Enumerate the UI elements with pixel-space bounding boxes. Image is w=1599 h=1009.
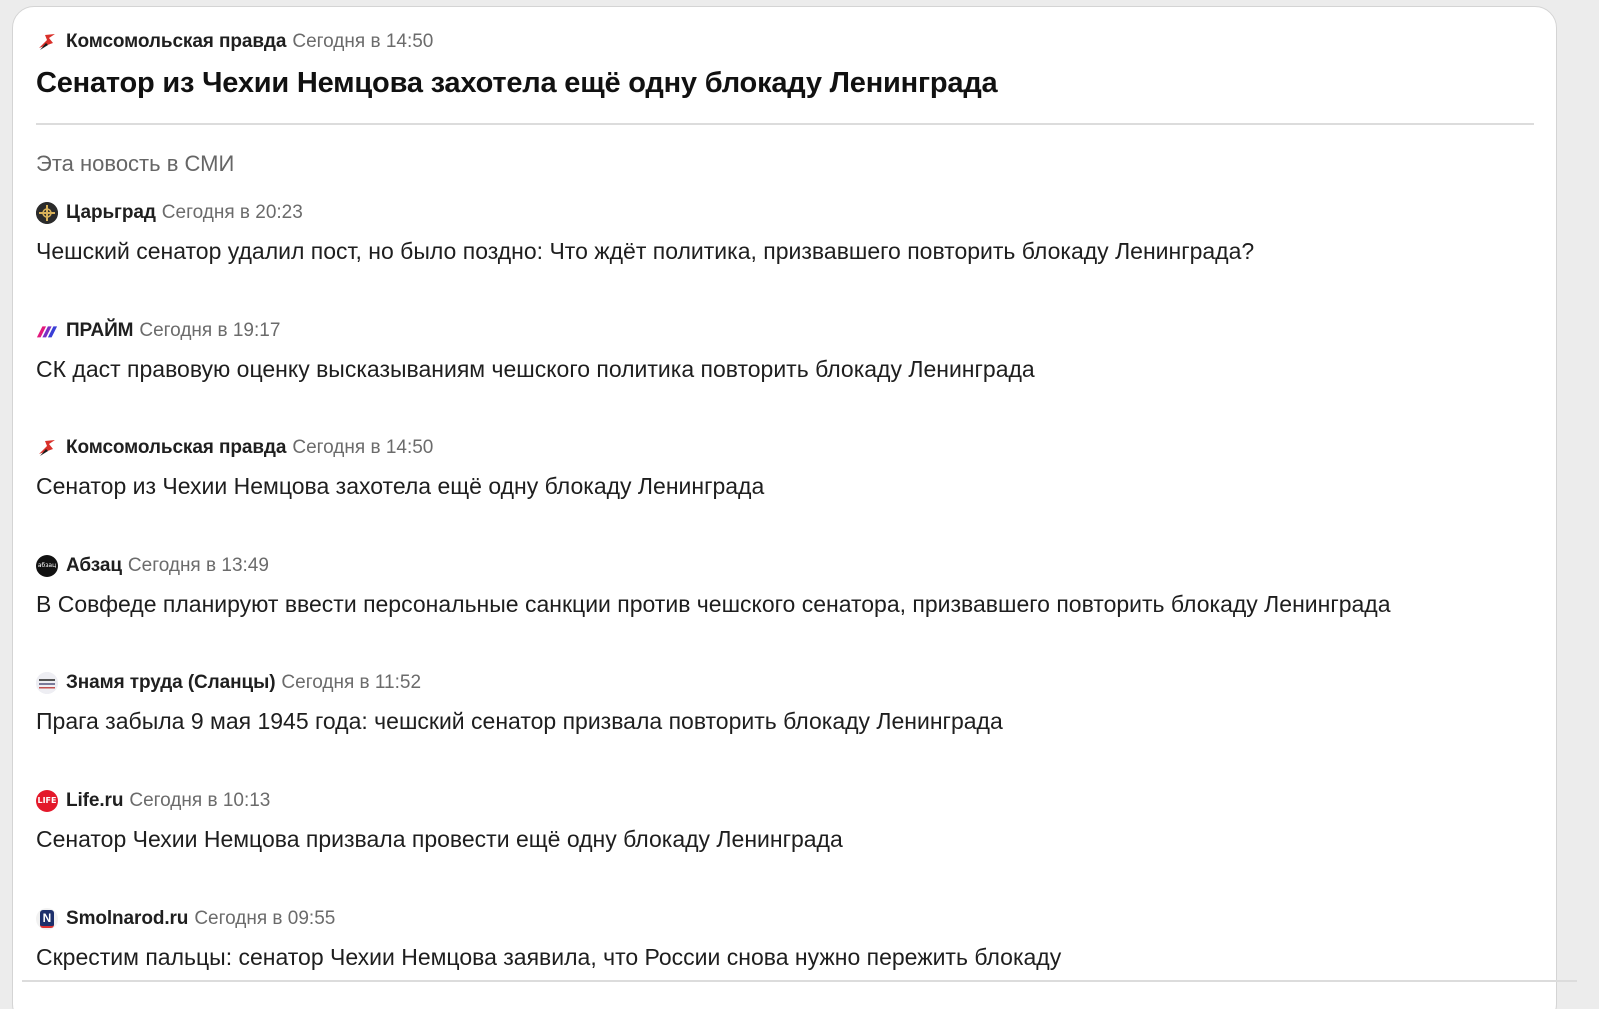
- item-source[interactable]: Знамя труда (Сланцы): [66, 672, 276, 694]
- list-item[interactable]: N Smolnarod.ru Сегодня в 09:55 Скрестим …: [36, 906, 1534, 1009]
- item-meta: LIFE Life.ru Сегодня в 10:13: [36, 788, 270, 814]
- item-source[interactable]: Life.ru: [66, 790, 123, 812]
- life-logo-text: LIFE: [37, 796, 57, 806]
- news-card: Комсомольская правда Сегодня в 14:50 Сен…: [12, 6, 1557, 1009]
- life-logo-icon: LIFE: [36, 789, 58, 812]
- list-item[interactable]: абзац Абзац Сегодня в 13:49 В Совфеде пл…: [36, 553, 1534, 671]
- item-time: Сегодня в 10:13: [129, 789, 271, 811]
- item-meta: абзац Абзац Сегодня в 13:49: [36, 553, 269, 579]
- item-source[interactable]: Smolnarod.ru: [66, 908, 188, 930]
- prime-logo-icon: [36, 320, 58, 342]
- smolnarod-logo-text: N: [39, 909, 55, 928]
- kp-logo-icon: [36, 31, 58, 53]
- item-time: Сегодня в 14:50: [292, 437, 434, 459]
- list-item[interactable]: Знамя труда (Сланцы) Сегодня в 11:52 Пра…: [36, 670, 1534, 788]
- main-source-name[interactable]: Комсомольская правда: [66, 31, 286, 53]
- item-title[interactable]: СК даст правовую оценку высказываниям че…: [36, 356, 1035, 383]
- item-time: Сегодня в 19:17: [139, 319, 281, 341]
- main-source-time: Сегодня в 14:50: [292, 31, 434, 52]
- item-meta: Царьград Сегодня в 20:23: [36, 200, 303, 226]
- item-title[interactable]: Прага забыла 9 мая 1945 года: чешский се…: [36, 708, 1003, 735]
- footer-divider: [22, 980, 1577, 982]
- item-meta: Комсомольская правда Сегодня в 14:50: [36, 435, 433, 461]
- item-title[interactable]: Чешский сенатор удалил пост, но было поз…: [36, 238, 1254, 265]
- item-title[interactable]: Сенатор Чехии Немцова призвала провести …: [36, 826, 843, 853]
- abzats-logo-icon: абзац: [36, 554, 58, 577]
- item-time: Сегодня в 09:55: [194, 907, 336, 929]
- item-source[interactable]: Царьград: [66, 202, 156, 224]
- item-time: Сегодня в 20:23: [161, 202, 303, 223]
- item-title[interactable]: В Совфеде планируют ввести персональные …: [36, 591, 1391, 618]
- list-item[interactable]: Комсомольская правда Сегодня в 14:50 Сен…: [36, 435, 1534, 553]
- item-time: Сегодня в 11:52: [281, 672, 422, 694]
- tsargrad-logo-icon: [36, 202, 58, 224]
- smolnarod-logo-icon: N: [36, 907, 58, 930]
- item-source[interactable]: Комсомольская правда: [66, 437, 286, 459]
- item-meta: Знамя труда (Сланцы) Сегодня в 11:52: [36, 670, 421, 696]
- item-time: Сегодня в 13:49: [127, 554, 269, 576]
- item-title[interactable]: Скрестим пальцы: сенатор Чехии Немцова з…: [36, 944, 1061, 971]
- abzats-logo-text: абзац: [37, 562, 57, 570]
- media-list: Царьград Сегодня в 20:23 Чешский сенатор…: [36, 200, 1534, 1009]
- item-title[interactable]: Сенатор из Чехии Немцова захотела ещё од…: [36, 473, 764, 500]
- list-item[interactable]: ПРАЙМ Сегодня в 19:17 СК даст правовую о…: [36, 318, 1534, 436]
- list-item[interactable]: Царьград Сегодня в 20:23 Чешский сенатор…: [36, 200, 1534, 318]
- item-source[interactable]: Абзац: [66, 555, 122, 577]
- item-meta: ПРАЙМ Сегодня в 19:17: [36, 318, 280, 344]
- main-source-meta: Комсомольская правда Сегодня в 14:50: [36, 29, 433, 55]
- header-divider: [36, 123, 1534, 125]
- item-source[interactable]: ПРАЙМ: [66, 320, 133, 342]
- znamya-truda-logo-icon: [36, 672, 58, 695]
- kp-logo-icon: [36, 437, 58, 459]
- main-headline[interactable]: Сенатор из Чехии Немцова захотела ещё од…: [36, 67, 998, 100]
- item-meta: N Smolnarod.ru Сегодня в 09:55: [36, 906, 335, 932]
- list-item[interactable]: LIFE Life.ru Сегодня в 10:13 Сенатор Чех…: [36, 788, 1534, 906]
- section-title: Эта новость в СМИ: [36, 151, 235, 176]
